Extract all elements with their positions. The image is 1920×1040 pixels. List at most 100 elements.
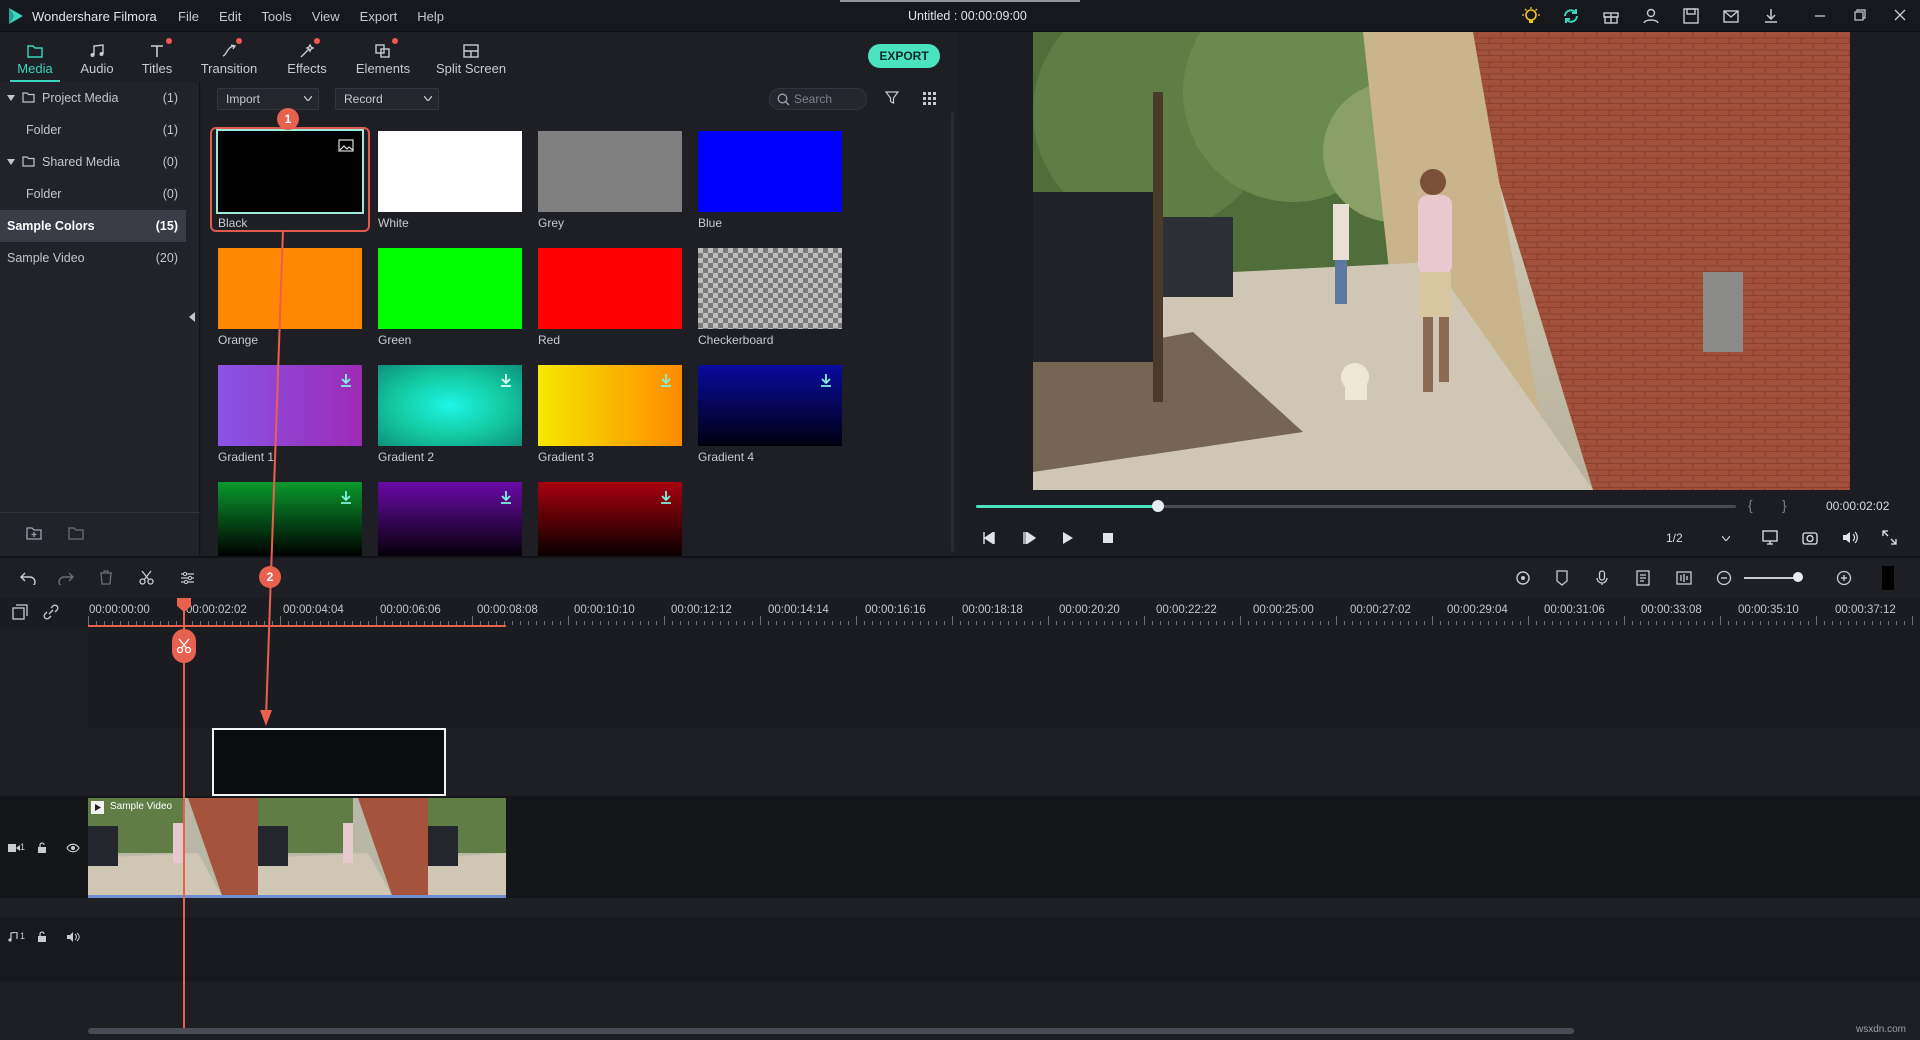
undo-icon[interactable] [20, 571, 36, 585]
speaker-icon[interactable] [66, 932, 80, 942]
sidebar-item-sample-colors[interactable]: Sample Colors (15) [0, 210, 186, 242]
new-folder-icon[interactable] [26, 526, 42, 540]
minimize-icon[interactable] [1812, 7, 1828, 23]
timeline-scrollbar[interactable] [88, 1028, 1574, 1034]
sidebar-item-folder[interactable]: Folder (0) [0, 178, 186, 210]
download-icon[interactable] [340, 373, 352, 387]
link-icon[interactable] [43, 604, 59, 620]
media-thumb-gradient-1[interactable] [218, 365, 362, 446]
media-scrollbar[interactable] [951, 112, 954, 552]
caret-down-icon[interactable] [7, 159, 15, 165]
volume-icon[interactable] [1842, 530, 1858, 545]
display-icon[interactable] [1762, 530, 1778, 545]
eye-icon[interactable] [66, 843, 80, 853]
export-button[interactable]: EXPORT [868, 44, 940, 68]
record-dropdown[interactable]: Record [335, 88, 439, 110]
search-box[interactable]: Search [769, 88, 867, 110]
audio-mixer-icon[interactable] [1636, 570, 1650, 586]
menu-help[interactable]: Help [417, 9, 444, 24]
media-thumb-gradient-7[interactable] [538, 482, 682, 556]
black-color-clip[interactable] [212, 728, 446, 796]
media-thumb-red[interactable] [538, 248, 682, 329]
import-dropdown[interactable]: Import [217, 88, 319, 110]
add-track-icon[interactable] [12, 604, 28, 620]
zoom-in-icon[interactable] [1836, 570, 1852, 586]
collapse-sidebar-icon[interactable] [189, 312, 195, 322]
close-icon[interactable] [1892, 7, 1908, 23]
scissors-icon[interactable] [139, 570, 154, 585]
sidebar-item-sample-video[interactable]: Sample Video (20) [0, 242, 186, 274]
save-icon[interactable] [1682, 7, 1700, 25]
media-thumb-checkerboard[interactable] [698, 248, 842, 329]
mark-out-icon[interactable]: } [1782, 497, 1787, 513]
folder-outline-icon[interactable] [68, 526, 84, 540]
media-thumb-black[interactable] [218, 131, 362, 212]
tab-effects[interactable]: Effects [278, 36, 336, 80]
lock-icon[interactable] [37, 931, 47, 943]
menu-view[interactable]: View [312, 9, 340, 24]
media-thumb-grey[interactable] [538, 131, 682, 212]
render-preview-icon[interactable] [1515, 570, 1531, 586]
media-thumb-gradient-6[interactable] [378, 482, 522, 556]
sidebar-item-shared-media[interactable]: Shared Media (0) [0, 146, 186, 178]
lock-icon[interactable] [37, 842, 47, 854]
tab-split-screen[interactable]: Split Screen [432, 36, 510, 80]
preview-video-frame[interactable] [1033, 32, 1850, 490]
zoom-slider-handle[interactable] [1793, 572, 1803, 582]
account-icon[interactable] [1642, 7, 1660, 25]
mail-icon[interactable] [1722, 7, 1740, 25]
redo-icon[interactable] [58, 571, 74, 585]
preview-progress-bar[interactable] [976, 505, 1736, 508]
menu-edit[interactable]: Edit [219, 9, 241, 24]
menu-tools[interactable]: Tools [261, 9, 291, 24]
media-thumb-blue[interactable] [698, 131, 842, 212]
media-thumb-green[interactable] [378, 248, 522, 329]
media-thumb-gradient-4[interactable] [698, 365, 842, 446]
tab-elements[interactable]: Elements [352, 36, 414, 80]
panel-toggle[interactable] [1882, 566, 1894, 590]
zoom-slider[interactable] [1744, 577, 1800, 579]
previous-frame-icon[interactable] [982, 532, 996, 544]
snapshot-camera-icon[interactable] [1802, 530, 1818, 545]
sidebar-item-project-media[interactable]: Project Media (1) [0, 82, 186, 114]
media-thumb-gradient-5[interactable] [218, 482, 362, 556]
marker-icon[interactable] [1556, 570, 1568, 586]
media-thumb-orange[interactable] [218, 248, 362, 329]
sync-icon[interactable] [1562, 7, 1580, 25]
gift-icon[interactable] [1602, 7, 1620, 25]
menu-export[interactable]: Export [360, 9, 398, 24]
restore-icon[interactable] [1852, 7, 1868, 23]
zoom-out-icon[interactable] [1716, 570, 1732, 586]
tab-transition[interactable]: Transition [196, 36, 262, 80]
grid-view-icon[interactable] [923, 92, 936, 105]
download-icon[interactable] [340, 490, 352, 504]
download-icon[interactable] [500, 373, 512, 387]
microphone-icon[interactable] [1596, 570, 1608, 586]
menu-file[interactable]: File [178, 9, 199, 24]
download-icon[interactable] [1762, 7, 1780, 25]
tab-titles[interactable]: Titles [132, 36, 182, 80]
caret-down-icon[interactable] [7, 95, 15, 101]
preview-scrubber-handle[interactable] [1152, 500, 1164, 512]
play-frame-icon[interactable] [1022, 532, 1036, 544]
download-icon[interactable] [660, 373, 672, 387]
media-thumb-gradient-2[interactable] [378, 365, 522, 446]
video-clip[interactable]: Sample Video [88, 798, 506, 898]
play-icon[interactable] [1062, 532, 1074, 544]
download-icon[interactable] [820, 373, 832, 387]
media-thumb-gradient-3[interactable] [538, 365, 682, 446]
filter-icon[interactable] [885, 91, 899, 105]
tab-audio[interactable]: Audio [72, 36, 122, 80]
split-playhead-button[interactable] [172, 629, 196, 663]
adjust-icon[interactable] [180, 571, 195, 585]
download-icon[interactable] [660, 490, 672, 504]
mark-in-icon[interactable]: { [1748, 497, 1753, 513]
delete-icon[interactable] [99, 570, 113, 585]
playback-quality-dropdown[interactable]: 1/2 [1660, 528, 1734, 548]
voiceover-icon[interactable] [1676, 571, 1692, 585]
stop-icon[interactable] [1103, 533, 1113, 543]
lightbulb-icon[interactable] [1522, 7, 1540, 25]
download-icon[interactable] [500, 490, 512, 504]
media-thumb-white[interactable] [378, 131, 522, 212]
fullscreen-icon[interactable] [1882, 530, 1897, 545]
